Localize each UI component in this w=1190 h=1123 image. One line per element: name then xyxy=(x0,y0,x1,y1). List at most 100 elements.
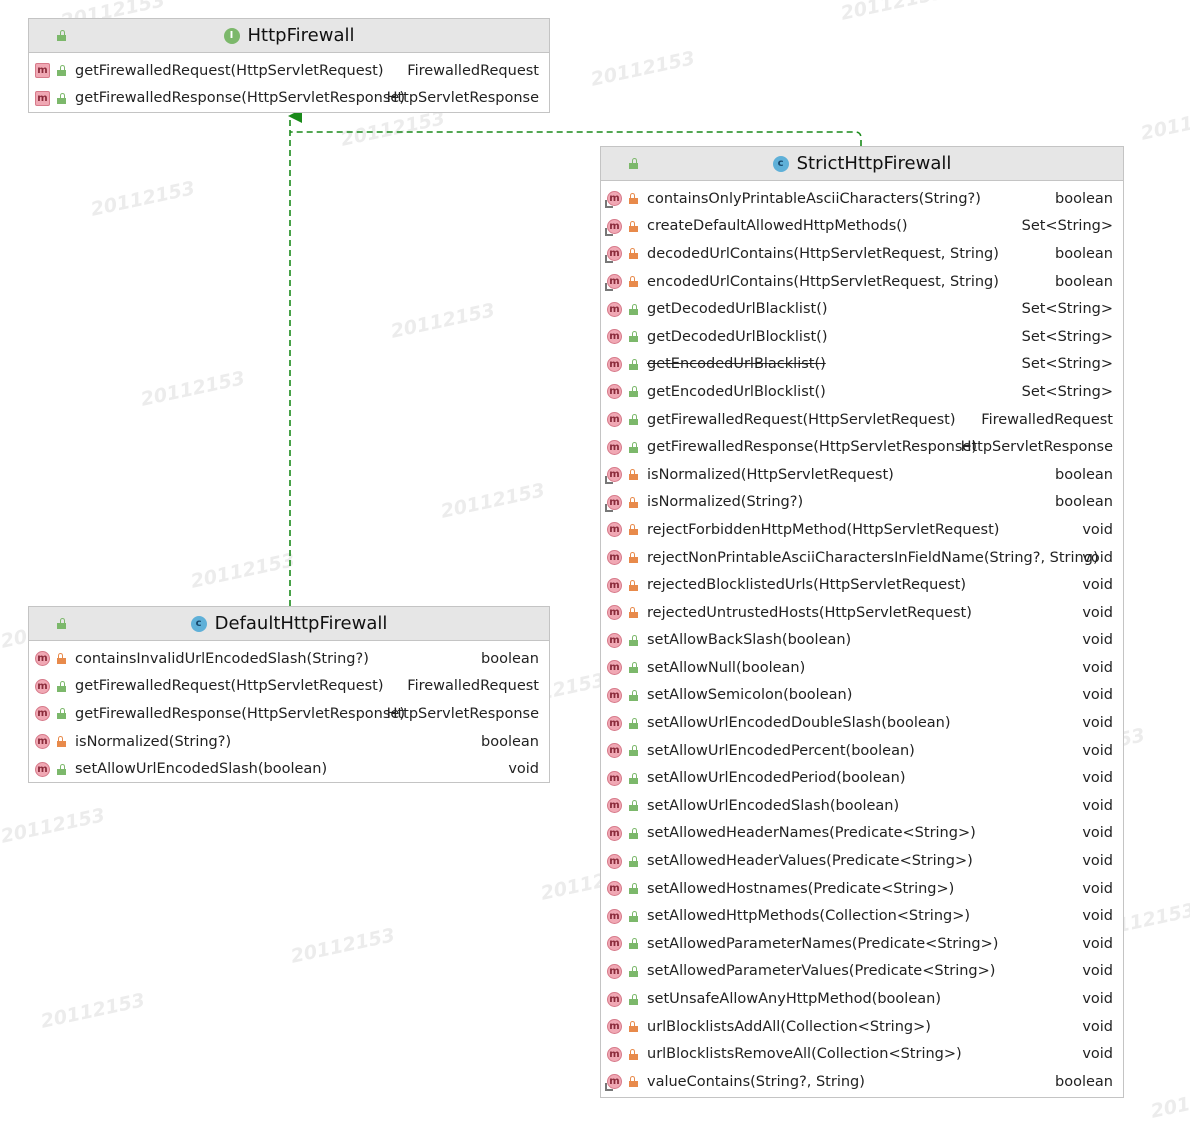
member-row[interactable]: m getFirewalledResponse(HttpServletRespon… xyxy=(29,700,549,728)
member-row[interactable]: m containsOnlyPrintableAsciiCharacters(St… xyxy=(601,185,1123,213)
member-row[interactable]: m rejectNonPrintableAsciiCharactersInFiel… xyxy=(601,544,1123,572)
member-name: getFirewalledResponse(HttpServletRespons… xyxy=(647,439,977,456)
public-lock-icon xyxy=(629,938,638,950)
member-row[interactable]: m setAllowedHttpMethods(Collection<String… xyxy=(601,902,1123,930)
member-row[interactable]: m setAllowedParameterNames(Predicate<Stri… xyxy=(601,930,1123,958)
member-row[interactable]: m encodedUrlContains(HttpServletRequest, … xyxy=(601,268,1123,296)
member-row[interactable]: m getFirewalledResponse(HttpServletRespon… xyxy=(601,433,1123,461)
public-lock-icon xyxy=(57,708,66,720)
member-row[interactable]: m setAllowUrlEncodedPercent(boolean) void xyxy=(601,737,1123,765)
member-row[interactable]: m getDecodedUrlBlacklist() Set<String> xyxy=(601,295,1123,323)
member-name: rejectedBlocklistedUrls(HttpServletReque… xyxy=(647,577,967,594)
member-row[interactable]: m rejectedUntrustedHosts(HttpServletReque… xyxy=(601,599,1123,627)
class-box-stricthttpfirewall[interactable]: c StrictHttpFirewall m containsOnlyPrinta… xyxy=(600,146,1124,1098)
member-row[interactable]: m setAllowUrlEncodedDoubleSlash(boolean) v… xyxy=(601,709,1123,737)
member-row[interactable]: m setAllowedHeaderNames(Predicate<String>… xyxy=(601,820,1123,848)
public-lock-icon xyxy=(629,965,638,977)
public-lock-icon xyxy=(629,717,638,729)
class-header: I HttpFirewall xyxy=(29,19,549,53)
member-row[interactable]: m valueContains(String?, String) boolean xyxy=(601,1068,1123,1096)
member-name: decodedUrlContains(HttpServletRequest, S… xyxy=(647,245,999,262)
method-icon: m xyxy=(607,715,622,731)
method-icon: m xyxy=(607,550,622,566)
private-lock-icon xyxy=(629,469,638,481)
public-lock-icon xyxy=(629,414,638,426)
member-return-type: void xyxy=(1082,991,1113,1008)
member-row[interactable]: m setAllowNull(boolean) void xyxy=(601,654,1123,682)
member-name: setAllowedParameterNames(Predicate<Strin… xyxy=(647,935,999,952)
member-row[interactable]: m isNormalized(HttpServletRequest) boolean xyxy=(601,461,1123,489)
member-row[interactable]: m createDefaultAllowedHttpMethods() Set<St… xyxy=(601,213,1123,241)
public-lock-icon xyxy=(629,441,638,453)
member-row[interactable]: m setUnsafeAllowAnyHttpMethod(boolean) voi… xyxy=(601,985,1123,1013)
public-lock-icon xyxy=(629,634,638,646)
class-box-defaulthttpfirewall[interactable]: c DefaultHttpFirewall m containsInvalidUr… xyxy=(28,606,550,783)
method-icon: m xyxy=(607,660,622,676)
member-row[interactable]: m containsInvalidUrlEncodedSlash(String?)… xyxy=(29,645,549,673)
member-row[interactable]: m setAllowUrlEncodedPeriod(boolean) void xyxy=(601,764,1123,792)
method-icon: m xyxy=(607,798,622,814)
method-icon: m xyxy=(607,908,622,924)
member-row[interactable]: m isNormalized(String?) boolean xyxy=(29,728,549,756)
member-return-type: boolean xyxy=(1055,466,1113,483)
member-row[interactable]: m getDecodedUrlBlocklist() Set<String> xyxy=(601,323,1123,351)
member-row[interactable]: m setAllowUrlEncodedSlash(boolean) void xyxy=(29,755,549,783)
member-row[interactable]: m isNormalized(String?) boolean xyxy=(601,489,1123,517)
member-return-type: void xyxy=(1082,521,1113,538)
member-return-type: Set<String> xyxy=(1021,301,1113,318)
member-name: rejectForbiddenHttpMethod(HttpServletReq… xyxy=(647,521,1000,538)
member-return-type: HttpServletResponse xyxy=(386,705,539,722)
member-row[interactable]: m getFirewalledRequest(HttpServletRequest… xyxy=(29,57,549,85)
member-row[interactable]: m setAllowedHeaderValues(Predicate<String… xyxy=(601,847,1123,875)
method-icon: m xyxy=(607,384,622,400)
private-lock-icon xyxy=(629,552,638,564)
member-row[interactable]: m rejectedBlocklistedUrls(HttpServletRequ… xyxy=(601,571,1123,599)
member-return-type: void xyxy=(1082,659,1113,676)
member-return-type: void xyxy=(1082,853,1113,870)
method-icon: m xyxy=(607,522,622,538)
member-row[interactable]: m getFirewalledRequest(HttpServletRequest… xyxy=(601,406,1123,434)
member-name: getDecodedUrlBlocklist() xyxy=(647,328,828,345)
member-return-type: void xyxy=(1082,1018,1113,1035)
method-icon: m xyxy=(607,770,622,786)
member-return-type: boolean xyxy=(481,733,539,750)
member-name: encodedUrlContains(HttpServletRequest, S… xyxy=(647,273,999,290)
member-return-type: Set<String> xyxy=(1021,356,1113,373)
member-name: getFirewalledResponse(HttpServletRespons… xyxy=(75,90,405,107)
member-row[interactable]: m decodedUrlContains(HttpServletRequest, … xyxy=(601,240,1123,268)
member-row[interactable]: m getEncodedUrlBlocklist() Set<String> xyxy=(601,378,1123,406)
member-return-type: boolean xyxy=(481,650,539,667)
public-lock-icon xyxy=(629,855,638,867)
member-row[interactable]: m setAllowUrlEncodedSlash(boolean) void xyxy=(601,792,1123,820)
member-row[interactable]: m setAllowedParameterValues(Predicate<Str… xyxy=(601,958,1123,986)
member-name: setAllowSemicolon(boolean) xyxy=(647,687,853,704)
member-name: setAllowedHeaderValues(Predicate<String>… xyxy=(647,853,973,870)
member-return-type: void xyxy=(1082,1046,1113,1063)
public-icon xyxy=(629,158,638,169)
member-row[interactable]: m setAllowBackSlash(boolean) void xyxy=(601,627,1123,655)
member-row[interactable]: m setAllowSemicolon(boolean) void xyxy=(601,682,1123,710)
member-name: setAllowUrlEncodedSlash(boolean) xyxy=(75,761,328,778)
member-name: rejectedUntrustedHosts(HttpServletReques… xyxy=(647,604,972,621)
member-name: setAllowNull(boolean) xyxy=(647,659,806,676)
member-return-type: void xyxy=(1082,770,1113,787)
method-icon: m xyxy=(607,439,622,455)
member-row[interactable]: m getFirewalledResponse(HttpServletRespon… xyxy=(29,85,549,113)
class-box-httpfirewall[interactable]: I HttpFirewall m getFirewalledRequest(Htt… xyxy=(28,18,550,113)
member-name: rejectNonPrintableAsciiCharactersInField… xyxy=(647,549,1099,566)
member-row[interactable]: m urlBlocklistsAddAll(Collection<String>)… xyxy=(601,1013,1123,1041)
method-static-icon: m xyxy=(605,274,622,292)
member-name: setAllowedHttpMethods(Collection<String>… xyxy=(647,908,971,925)
member-return-type: FirewalledRequest xyxy=(981,411,1113,428)
member-name: setUnsafeAllowAnyHttpMethod(boolean) xyxy=(647,991,941,1008)
member-row[interactable]: m setAllowedHostnames(Predicate<String>) v… xyxy=(601,875,1123,903)
public-lock-icon xyxy=(629,358,638,370)
class-name: DefaultHttpFirewall xyxy=(214,613,388,634)
member-row[interactable]: m rejectForbiddenHttpMethod(HttpServletRe… xyxy=(601,516,1123,544)
member-row[interactable]: m getEncodedUrlBlacklist() Set<String> xyxy=(601,351,1123,379)
member-list: m getFirewalledRequest(HttpServletRequest… xyxy=(29,53,549,112)
member-return-type: void xyxy=(1082,908,1113,925)
member-row[interactable]: m getFirewalledRequest(HttpServletRequest… xyxy=(29,673,549,701)
member-row[interactable]: m urlBlocklistsRemoveAll(Collection<Strin… xyxy=(601,1040,1123,1068)
public-lock-icon xyxy=(629,772,638,784)
